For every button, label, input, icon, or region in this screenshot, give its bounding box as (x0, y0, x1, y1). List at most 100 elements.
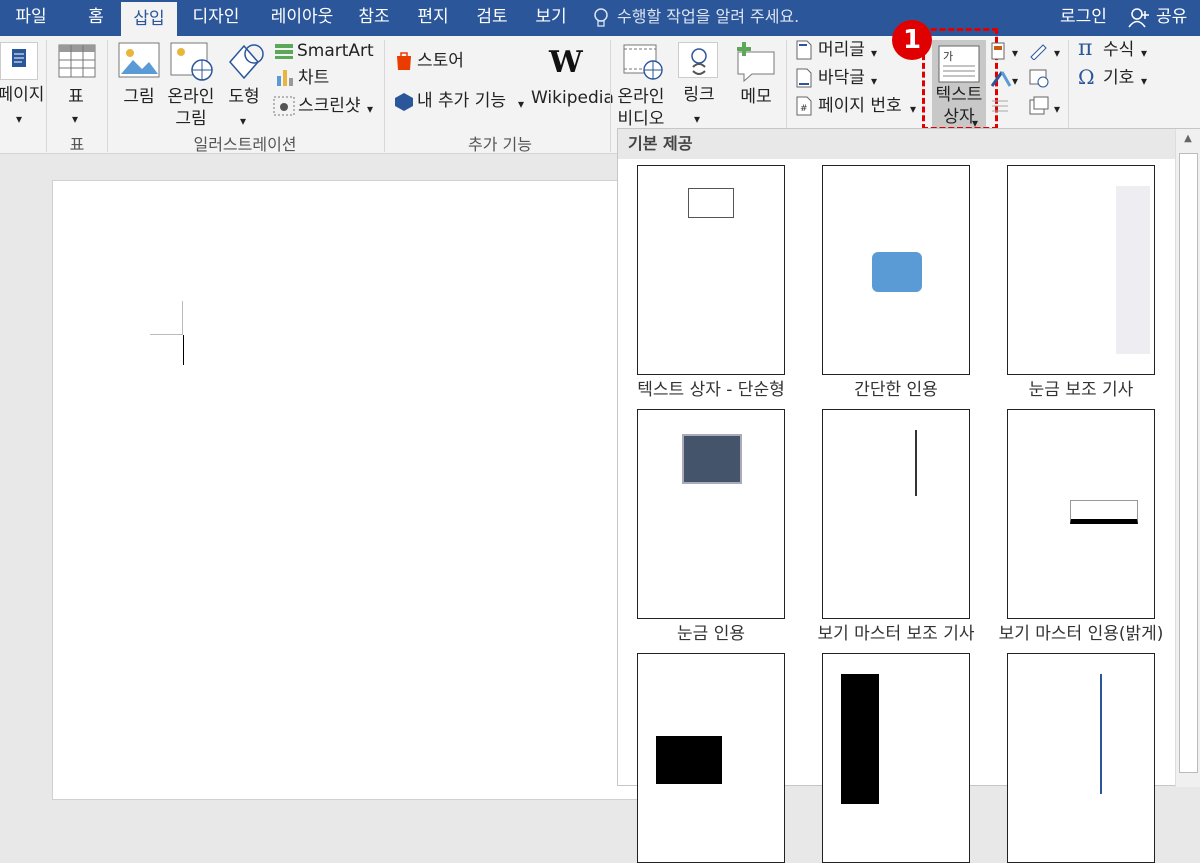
thumb-content (1116, 186, 1150, 354)
document-page[interactable] (52, 180, 652, 800)
online-picture-icon (170, 42, 214, 82)
smartart-button[interactable]: SmartArt (297, 40, 374, 62)
group-label-addins: 추가 기능 (468, 135, 532, 154)
tell-me-input[interactable]: 수행할 작업을 알려 주세요. (617, 0, 799, 36)
footer-button[interactable]: 바닥글 (818, 67, 865, 89)
equation-button[interactable]: 수식 (1103, 39, 1134, 61)
margin-mark (150, 334, 183, 335)
footer-icon (796, 68, 812, 88)
online-video-button[interactable]: 온라인 비디오 (612, 86, 670, 130)
text-cursor (183, 335, 184, 365)
chevron-down-icon: ▾ (16, 112, 23, 126)
thumb-content (682, 434, 742, 484)
pages-button[interactable]: 페이지 (0, 84, 46, 106)
login-link[interactable]: 로그인 (1060, 0, 1107, 34)
chevron-down-icon: ▾ (871, 46, 878, 60)
group-label-table: 표 (69, 135, 85, 154)
chevron-down-icon: ▾ (1054, 102, 1061, 116)
gallery-item-grid-quote[interactable] (637, 409, 785, 619)
gallery-item-master-sidebar[interactable] (822, 409, 970, 619)
gallery-item-row3-2[interactable] (822, 653, 970, 863)
symbol-button[interactable]: 기호 (1103, 67, 1134, 89)
table-icon (58, 44, 96, 78)
tab-insert[interactable]: 삽입 (121, 2, 177, 36)
tab-layout[interactable]: 레이아웃 (258, 0, 346, 36)
user-add-icon (1128, 7, 1150, 29)
step-badge: 1 (892, 20, 932, 60)
ribbon-tab-bar: 파일 홈 삽입 디자인 레이아웃 참조 편지 검토 보기 수행할 작업을 알려 … (0, 0, 1200, 36)
svg-text:W: W (548, 46, 584, 78)
comment-icon (734, 40, 778, 83)
chevron-down-icon: ▾ (1141, 74, 1148, 88)
wordart-icon (990, 70, 1012, 88)
margin-mark (182, 301, 183, 335)
picture-icon (118, 42, 160, 82)
wikipedia-button[interactable]: Wikipedia (531, 87, 614, 109)
tab-view[interactable]: 보기 (527, 0, 575, 36)
gallery-item-grid-sidebar[interactable] (1007, 165, 1155, 375)
highlight-box (922, 28, 998, 130)
thumb-content (1100, 674, 1146, 794)
table-button[interactable]: 표 (56, 86, 96, 108)
gallery-item-simple[interactable] (637, 165, 785, 375)
tab-references[interactable]: 참조 (350, 0, 398, 36)
tab-review[interactable]: 검토 (468, 0, 516, 36)
online-video-icon (623, 44, 663, 80)
lightbulb-icon (593, 7, 609, 29)
gallery-label: 눈금 보조 기사 (1028, 380, 1134, 400)
tab-file[interactable]: 파일 (0, 0, 62, 36)
gallery-label: 보기 마스터 보조 기사 (817, 624, 975, 644)
gallery-item-master-quote-light[interactable] (1007, 409, 1155, 619)
page-icon (0, 42, 38, 80)
gallery-item-simple-quote[interactable] (822, 165, 970, 375)
chart-icon (275, 68, 295, 88)
chevron-down-icon: ▾ (1054, 46, 1061, 60)
gallery-label: 텍스트 상자 - 단순형 (637, 380, 785, 400)
store-icon (394, 50, 414, 72)
chevron-down-icon: ▾ (518, 97, 525, 111)
screenshot-button[interactable]: 스크린샷 (298, 95, 361, 117)
signature-line-icon (1028, 42, 1050, 61)
chevron-down-icon: ▾ (1012, 46, 1019, 60)
svg-text:#: # (800, 104, 808, 114)
page-number-button[interactable]: 페이지 번호 (818, 95, 902, 117)
header-icon (796, 40, 812, 60)
gallery-label: 간단한 인용 (854, 380, 938, 400)
tab-home[interactable]: 홈 (72, 0, 120, 36)
gallery-label: 눈금 인용 (677, 624, 745, 644)
chevron-down-icon: ▾ (1141, 46, 1148, 60)
online-picture-button[interactable]: 온라인 그림 (164, 86, 218, 130)
chart-button[interactable]: 차트 (298, 67, 329, 89)
gallery-item-row3-3[interactable] (1007, 653, 1155, 863)
thumb-content (872, 252, 922, 292)
drop-cap-icon (990, 98, 1010, 116)
thumb-content (841, 674, 879, 804)
picture-button[interactable]: 그림 (116, 86, 162, 108)
chevron-down-icon: ▾ (871, 74, 878, 88)
thumb-content (688, 188, 734, 218)
share-button[interactable]: 공유 (1156, 0, 1187, 34)
quick-parts-icon (990, 42, 1008, 60)
tab-mailings[interactable]: 편지 (409, 0, 457, 36)
wikipedia-icon: W (547, 45, 589, 80)
chevron-down-icon: ▾ (240, 114, 247, 128)
pi-icon: π (1078, 36, 1093, 61)
gallery-label: 보기 마스터 인용(밝게) (998, 624, 1164, 644)
gallery-item-row3-1[interactable] (637, 653, 785, 863)
header-button[interactable]: 머리글 (818, 39, 865, 61)
my-addins-button[interactable]: 내 추가 기능 (417, 90, 506, 112)
scroll-thumb[interactable] (1179, 153, 1198, 773)
shapes-button[interactable]: 도형 (222, 86, 266, 108)
group-label-illustrations: 일러스트레이션 (193, 135, 297, 154)
gallery-scrollbar[interactable]: ▲ (1175, 129, 1200, 787)
chevron-down-icon: ▾ (1012, 74, 1019, 88)
tab-design[interactable]: 디자인 (183, 0, 249, 36)
comment-button[interactable]: 메모 (734, 86, 778, 108)
store-button[interactable]: 스토어 (417, 50, 464, 72)
thumb-content (915, 430, 951, 496)
chevron-down-icon: ▾ (910, 102, 917, 116)
link-button[interactable]: 링크 (678, 84, 720, 106)
scroll-up-icon[interactable]: ▲ (1180, 133, 1196, 149)
omega-icon: Ω (1078, 65, 1095, 89)
link-icon (678, 42, 718, 78)
